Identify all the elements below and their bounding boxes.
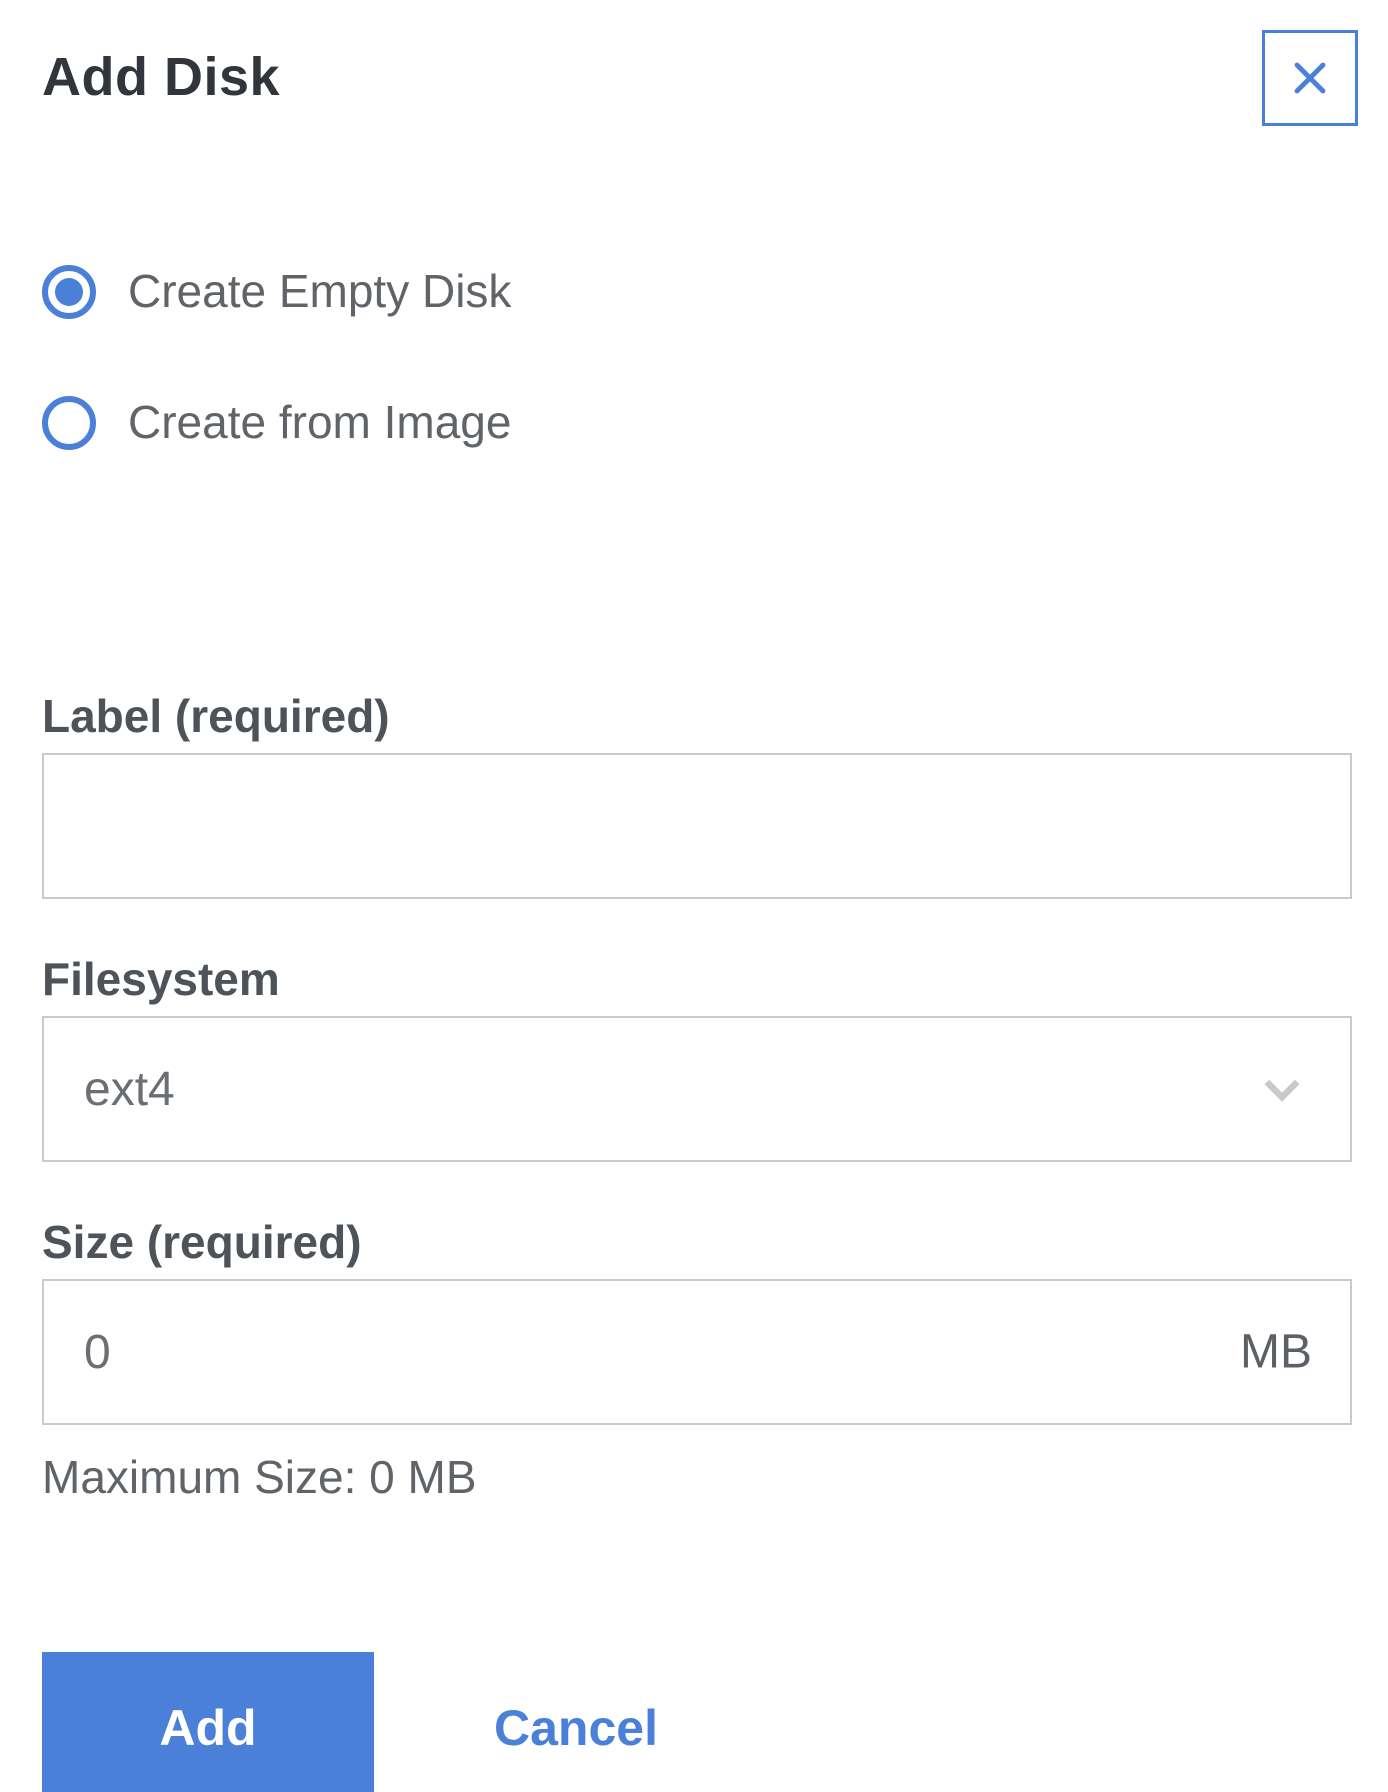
filesystem-select[interactable]: ext4 [42, 1016, 1352, 1163]
filesystem-field-group: Filesystem ext4 [42, 953, 1352, 1163]
radio-option-create-empty-disk[interactable]: Create Empty Disk [42, 264, 511, 319]
close-button[interactable] [1262, 30, 1358, 126]
add-disk-form: Label (required) Filesystem ext4 Size (r… [42, 690, 1352, 1504]
filesystem-field-label: Filesystem [42, 953, 280, 1006]
add-disk-dialog: Add Disk Create Empty Disk Create from I… [0, 0, 1388, 1792]
create-mode-radio-group: Create Empty Disk Create from Image [42, 264, 1352, 450]
add-button[interactable]: Add [42, 1652, 374, 1792]
max-size-helper-text: Maximum Size: 0 MB [42, 1451, 477, 1504]
radio-option-label: Create Empty Disk [128, 265, 512, 318]
size-field-group: Size (required) MB Maximum Size: 0 MB [42, 1216, 1352, 1504]
radio-unselected-icon [42, 395, 96, 450]
label-field-label: Label (required) [42, 690, 390, 743]
dialog-title: Add Disk [42, 47, 281, 107]
chevron-down-icon [1264, 1079, 1300, 1103]
label-input[interactable] [42, 753, 1352, 900]
label-field-group: Label (required) [42, 690, 1352, 900]
close-icon [1294, 62, 1326, 94]
radio-option-create-from-image[interactable]: Create from Image [42, 395, 511, 450]
radio-selected-icon [42, 264, 96, 319]
dialog-actions: Add Cancel [42, 1652, 1352, 1792]
filesystem-selected-value: ext4 [84, 1062, 175, 1116]
size-input[interactable] [42, 1279, 1352, 1426]
radio-option-label: Create from Image [128, 396, 512, 449]
cancel-button[interactable]: Cancel [494, 1699, 658, 1757]
size-field-label: Size (required) [42, 1216, 362, 1269]
size-input-wrap: MB [42, 1279, 1352, 1426]
